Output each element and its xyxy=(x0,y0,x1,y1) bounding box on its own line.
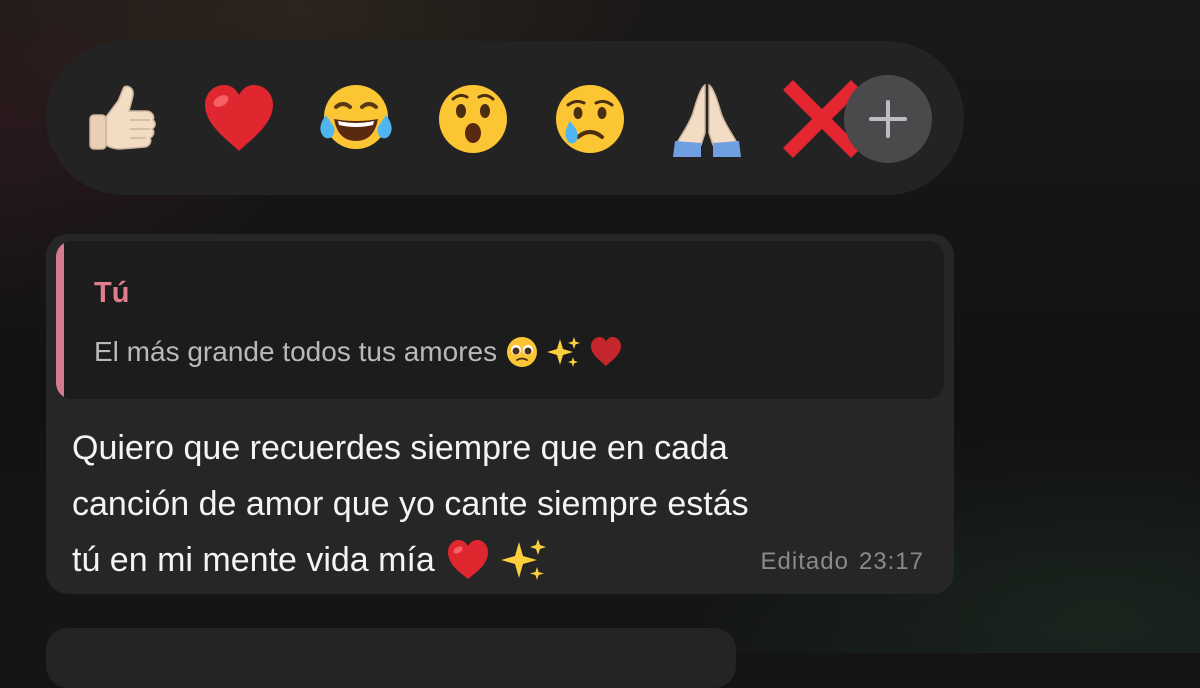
red-heart-icon[interactable] xyxy=(199,79,279,159)
message-line: Quiero que recuerdes siempre que en cada xyxy=(72,429,728,467)
thumbs-up-icon[interactable] xyxy=(82,79,162,159)
folded-hands-icon[interactable] xyxy=(667,79,747,159)
quote-accent-bar xyxy=(56,241,64,399)
plus-icon xyxy=(869,100,907,138)
sparkles-icon xyxy=(547,335,581,369)
surprised-face-icon[interactable] xyxy=(433,79,513,159)
reaction-picker xyxy=(46,41,964,195)
pleading-face-icon xyxy=(505,335,539,369)
message-time: 23:17 xyxy=(858,548,924,575)
quote-text: El más grande todos tus amores xyxy=(94,336,498,367)
heart-icon xyxy=(445,537,491,583)
message-meta: Editado 23:17 xyxy=(761,550,924,574)
crying-face-icon[interactable] xyxy=(550,79,630,159)
tears-of-joy-icon[interactable] xyxy=(316,79,396,159)
edited-label: Editado xyxy=(760,548,849,575)
next-message-bubble[interactable] xyxy=(46,628,736,688)
reply-quote[interactable]: Tú El más grande todos tus amores xyxy=(56,241,944,399)
message-line: canción de amor que yo cante siempre est… xyxy=(72,485,749,523)
message-bubble[interactable]: Tú El más grande todos tus amores Quiero… xyxy=(46,234,954,594)
message-line: tú en mi mente vida mía xyxy=(72,541,435,579)
sparkles-icon xyxy=(500,537,547,583)
quote-author: Tú xyxy=(94,277,130,309)
quote-text-row: El más grande todos tus amores xyxy=(94,335,623,369)
more-reactions-button[interactable] xyxy=(844,75,932,163)
heart-icon xyxy=(589,335,623,369)
